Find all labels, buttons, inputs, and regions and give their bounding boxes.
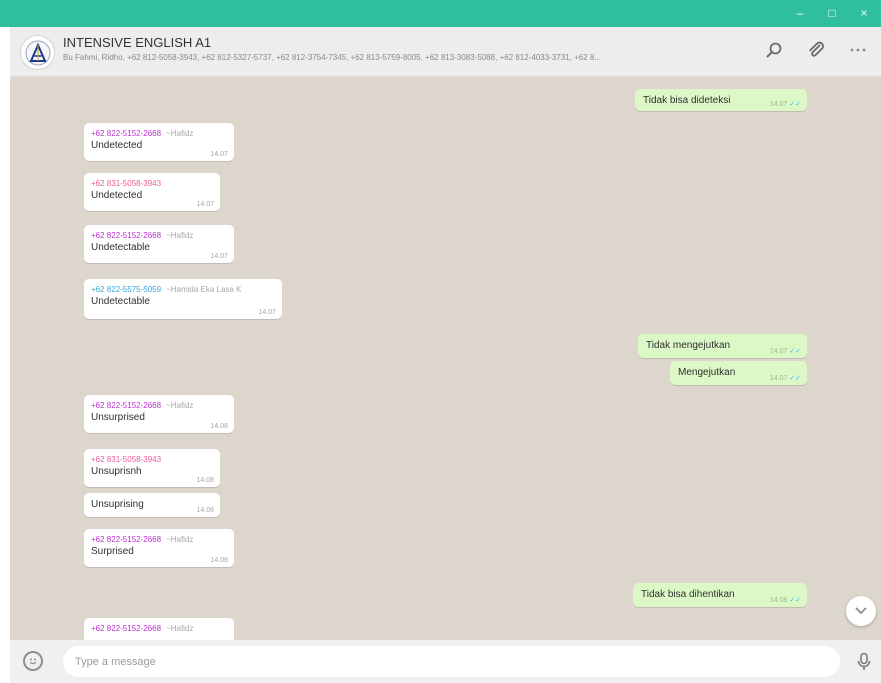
incoming-message[interactable]: +62 831-5058-3943 Undetected 14.07: [84, 173, 220, 211]
incoming-message[interactable]: +62 822-5152-2668 ~Hafidz Undetected 14.0…: [84, 123, 234, 161]
message-input[interactable]: [63, 646, 840, 677]
sender-phone[interactable]: +62 822-5575-5059: [91, 285, 161, 294]
sender-alias: ~Hafidz: [166, 535, 194, 544]
chevron-down-icon: [855, 607, 867, 615]
message-time: 14.07 ✓✓: [769, 375, 801, 382]
close-button[interactable]: ×: [855, 6, 873, 20]
message-time: 14.07 ✓✓: [769, 348, 801, 355]
incoming-message[interactable]: +62 822-5152-2668 ~Hafidz Unsurprised 14.…: [84, 395, 234, 433]
outgoing-message[interactable]: Tidak mengejutkan 14.07 ✓✓: [638, 334, 807, 358]
message-time: 14.08: [196, 507, 214, 514]
message-text: Undetectable: [91, 242, 150, 253]
message-text: Undetected: [91, 140, 143, 151]
incoming-message[interactable]: +62 822-5575-5059 ~Hamida Eka Lasa K Unde…: [84, 279, 282, 319]
sender-phone[interactable]: +62 822-5152-2668: [91, 624, 161, 633]
message-text: Unsuprisnh: [91, 466, 142, 477]
sender-phone[interactable]: +62 831-5058-3943: [91, 179, 161, 188]
incoming-message[interactable]: +62 831-5058-3943 Unsuprisnh 14.08: [84, 449, 220, 487]
message-time: 14.07 ✓✓: [769, 101, 801, 108]
sender-alias: ~Hafidz: [166, 129, 194, 138]
outgoing-message[interactable]: Mengejutkan 14.07 ✓✓: [670, 361, 807, 385]
sender-alias: ~Hafidz: [166, 401, 194, 410]
read-ticks-icon: ✓✓: [789, 348, 801, 355]
group-avatar[interactable]: [20, 35, 55, 70]
incoming-message[interactable]: +62 822-5152-2668 ~Hafidz Surprised 14.08: [84, 529, 234, 567]
incoming-message[interactable]: +62 822-5152-2668 ~Hafidz Undetectable 14…: [84, 225, 234, 263]
incoming-message[interactable]: Unsuprising 14.08: [84, 493, 220, 517]
sender-alias: ~Hamida Eka Lasa K: [166, 285, 242, 294]
message-time: 14.07: [258, 309, 276, 316]
outgoing-message[interactable]: Tidak bisa dideteksi 14.07 ✓✓: [635, 89, 807, 111]
maximize-button[interactable]: □: [823, 6, 841, 20]
message-time: 14.08: [196, 477, 214, 484]
menu-icon[interactable]: [847, 39, 869, 61]
composer-bar: [10, 640, 881, 683]
message-time: 14.07: [196, 201, 214, 208]
sender-phone[interactable]: +62 822-5152-2668: [91, 401, 161, 410]
message-text: Undetected: [91, 190, 143, 201]
chat-header[interactable]: INTENSIVE ENGLISH A1 Bu Fahmi, Ridho, +6…: [10, 27, 881, 77]
read-ticks-icon: ✓✓: [789, 375, 801, 382]
message-time: 14.08: [210, 557, 228, 564]
sender-alias: ~Hafidz: [166, 624, 194, 633]
emoji-icon[interactable]: [23, 651, 43, 671]
sender-phone[interactable]: +62 822-5152-2668: [91, 129, 161, 138]
read-ticks-icon: ✓✓: [789, 597, 801, 604]
message-time: 14.08 ✓✓: [769, 597, 801, 604]
sender-phone[interactable]: +62 822-5152-2668: [91, 231, 161, 240]
message-list[interactable]: Tidak bisa dideteksi 14.07 ✓✓ +62 822-515…: [10, 77, 881, 640]
title-bar: – □ ×: [0, 0, 881, 27]
sender-phone[interactable]: +62 831-5058-3943: [91, 455, 161, 464]
outgoing-message[interactable]: Tidak bisa dihentikan 14.08 ✓✓: [633, 583, 807, 607]
message-text: Surprised: [91, 546, 134, 557]
search-icon[interactable]: [763, 39, 785, 61]
message-text: Unsurprised: [91, 412, 145, 423]
sender-alias: ~Hafidz: [166, 231, 194, 240]
read-ticks-icon: ✓✓: [789, 101, 801, 108]
message-time: 14.07: [210, 151, 228, 158]
group-name: INTENSIVE ENGLISH A1: [63, 35, 212, 50]
message-time: 14.07: [210, 253, 228, 260]
incoming-message[interactable]: +62 822-5152-2668 ~Hafidz: [84, 618, 234, 640]
sender-phone[interactable]: +62 822-5152-2668: [91, 535, 161, 544]
message-text: Undetectable: [91, 296, 150, 307]
microphone-icon[interactable]: [856, 652, 872, 672]
minimize-button[interactable]: –: [791, 6, 809, 20]
paperclip-icon[interactable]: [805, 39, 827, 61]
participants-list: Bu Fahmi, Ridho, +62 812-5058-3943, +62 …: [63, 53, 601, 62]
message-time: 14.08: [210, 423, 228, 430]
scroll-down-button[interactable]: [846, 596, 876, 626]
group-logo-icon: [25, 40, 50, 65]
